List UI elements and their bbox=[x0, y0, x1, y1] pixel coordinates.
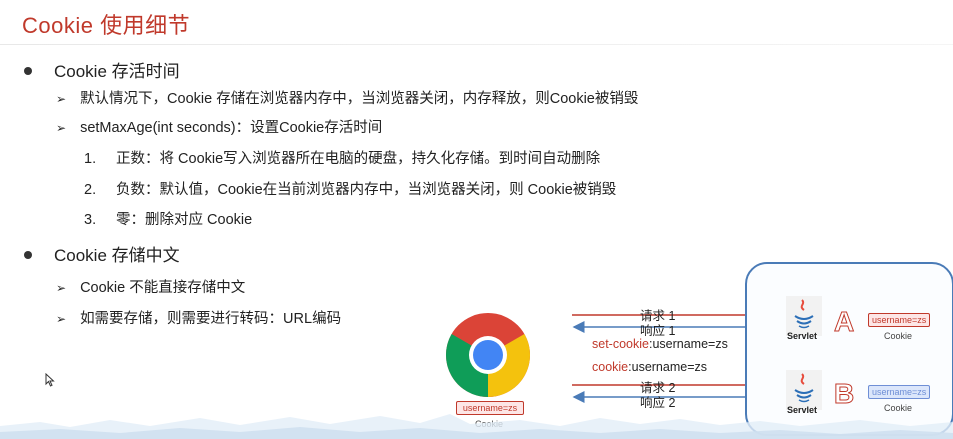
title-divider bbox=[0, 44, 953, 45]
server-a-letter: A bbox=[833, 306, 855, 338]
list-item: ➢ 默认情况下，Cookie 存储在浏览器内存中，当浏览器关闭，内存释放，则Coo… bbox=[56, 87, 638, 108]
arrow-bullet-icon: ➢ bbox=[56, 92, 67, 106]
cookie-value: :username=zs bbox=[628, 360, 707, 374]
server-a-cookie-caption: Cookie bbox=[883, 331, 912, 341]
item-number: 1. bbox=[84, 151, 97, 167]
bullet-dot-icon bbox=[24, 250, 32, 259]
section-heading-text: Cookie 存储中文 bbox=[54, 246, 180, 265]
numbered-item: 3. 零：删除对应 Cookie bbox=[84, 208, 252, 229]
item-number: 3. bbox=[84, 212, 97, 228]
numbered-item: 2. 负数：默认值，Cookie在当前浏览器内存中，当浏览器关闭，则 Cookie… bbox=[84, 178, 616, 199]
cookie-header: cookie:username=zs bbox=[592, 360, 707, 374]
mouse-cursor-icon bbox=[45, 373, 55, 387]
list-item: ➢ setMaxAge(int seconds)：设置Cookie存活时间 bbox=[56, 116, 382, 137]
set-cookie-key: set-cookie bbox=[592, 337, 649, 351]
set-cookie-header: set-cookie:username=zs bbox=[592, 337, 728, 351]
section-heading-chinese: Cookie 存储中文 bbox=[24, 241, 180, 266]
bullet-dot-icon bbox=[24, 66, 32, 75]
numbered-item-text: 正数：将 Cookie写入浏览器所在电脑的硬盘，持久化存储。到时间自动删除 bbox=[116, 151, 601, 167]
list-item: ➢ 如需要存储，则需要进行转码：URL编码 bbox=[56, 307, 341, 328]
page-title: Cookie 使用细节 bbox=[22, 13, 191, 38]
list-item-text: 默认情况下，Cookie 存储在浏览器内存中，当浏览器关闭，内存释放，则Cook… bbox=[80, 91, 639, 107]
numbered-item-text: 负数：默认值，Cookie在当前浏览器内存中，当浏览器关闭，则 Cookie被销… bbox=[116, 182, 617, 198]
cookie-key: cookie bbox=[592, 360, 629, 374]
servlet-label-a: Servlet bbox=[787, 331, 818, 341]
server-a-cookie-box: username=zs bbox=[868, 313, 930, 327]
list-item-text: Cookie 不能直接存储中文 bbox=[80, 280, 246, 296]
section-heading-lifetime: Cookie 存活时间 bbox=[24, 57, 180, 82]
arrow-bullet-icon: ➢ bbox=[56, 281, 67, 295]
set-cookie-value: :username=zs bbox=[648, 337, 728, 351]
list-item-text: 如需要存储，则需要进行转码：URL编码 bbox=[80, 311, 342, 327]
list-item-text: setMaxAge(int seconds)：设置Cookie存活时间 bbox=[80, 120, 383, 136]
numbered-item: 1. 正数：将 Cookie写入浏览器所在电脑的硬盘，持久化存储。到时间自动删除 bbox=[84, 147, 600, 168]
numbered-item-text: 零：删除对应 Cookie bbox=[116, 212, 253, 228]
item-number: 2. bbox=[84, 182, 97, 198]
section-heading-text: Cookie 存活时间 bbox=[54, 62, 180, 81]
arrow-bullet-icon: ➢ bbox=[56, 312, 67, 326]
chrome-browser-icon bbox=[445, 313, 531, 397]
java-servlet-icon bbox=[786, 296, 822, 336]
list-item: ➢ Cookie 不能直接存储中文 bbox=[56, 276, 245, 297]
arrow-bullet-icon: ➢ bbox=[56, 121, 67, 135]
decorative-footer-wave bbox=[0, 414, 953, 439]
